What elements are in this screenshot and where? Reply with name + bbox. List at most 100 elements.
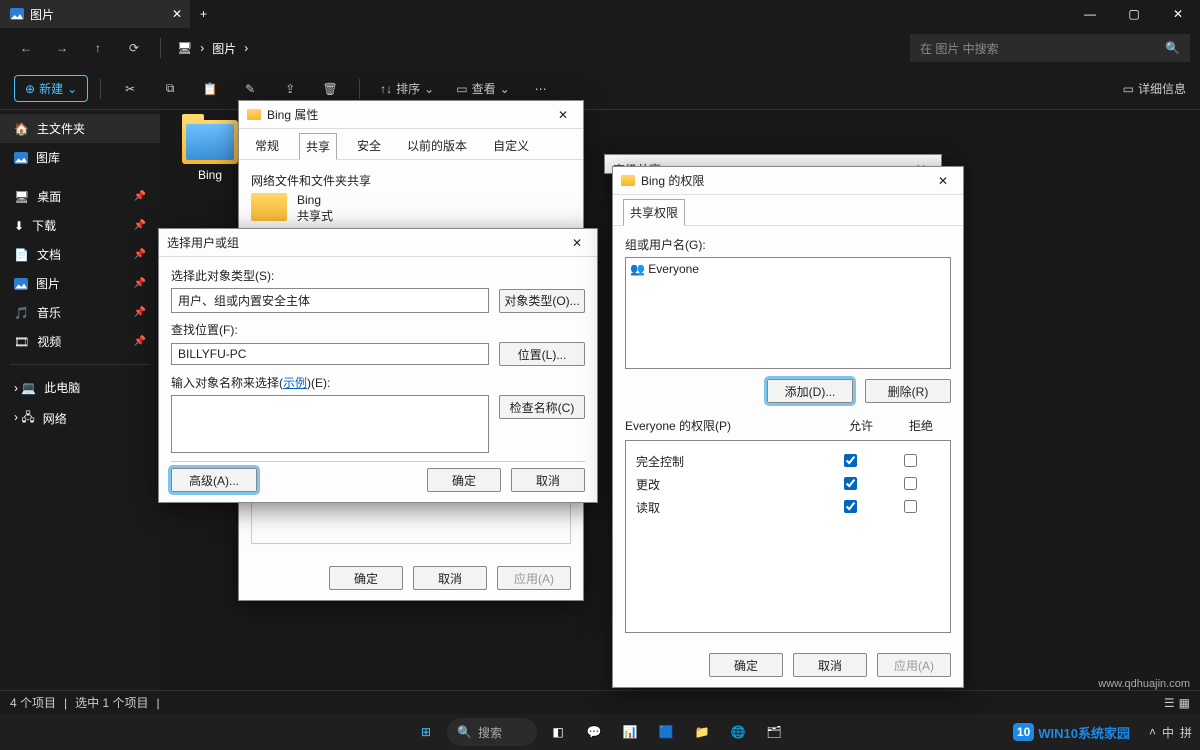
- more-button[interactable]: ⋯: [524, 74, 558, 104]
- tab-security[interactable]: 安全: [351, 133, 387, 159]
- ok-button[interactable]: 确定: [329, 566, 403, 590]
- object-types-button[interactable]: 对象类型(O)...: [499, 289, 585, 313]
- details-button[interactable]: ▭ 详细信息: [1123, 80, 1186, 97]
- taskbar-app-explorer[interactable]: 📁: [687, 717, 717, 747]
- minimize-button[interactable]: —: [1068, 0, 1112, 28]
- navbar: ← → ↑ ⟳ 🖥 › 图片 › 在 图片 中搜索 🔍: [0, 28, 1200, 68]
- sidebar-item-thispc[interactable]: › 💻 此电脑: [0, 373, 160, 402]
- search-icon: 🔍: [1165, 41, 1180, 55]
- object-type-label: 选择此对象类型(S):: [171, 267, 585, 284]
- sidebar-item-desktop[interactable]: 🖥 桌面📌: [0, 182, 160, 211]
- sidebar-item-gallery[interactable]: 图库: [0, 143, 160, 172]
- logo-text: WIN10系统家园: [1038, 723, 1130, 742]
- tab-general[interactable]: 常规: [249, 133, 285, 159]
- apply-button[interactable]: 应用(A): [497, 566, 571, 590]
- plus-icon: ⊕: [25, 82, 35, 96]
- add-button[interactable]: 添加(D)...: [767, 379, 853, 403]
- back-button[interactable]: ←: [10, 32, 42, 64]
- refresh-button[interactable]: ⟳: [118, 32, 150, 64]
- deny-checkbox[interactable]: [904, 500, 917, 513]
- pictures-icon: [14, 278, 28, 290]
- sidebar-item-pictures[interactable]: 图片📌: [0, 269, 160, 298]
- sidebar-item-documents[interactable]: 📄 文档📌: [0, 240, 160, 269]
- examples-link[interactable]: 示例: [283, 376, 307, 390]
- taskbar-app[interactable]: 🗂: [759, 717, 789, 747]
- tab-close-icon[interactable]: ✕: [172, 7, 182, 21]
- tab-sharing[interactable]: 共享: [299, 133, 337, 160]
- forward-button[interactable]: →: [46, 32, 78, 64]
- sidebar-item-home[interactable]: 🏠 主文件夹: [0, 114, 160, 143]
- allow-checkbox[interactable]: [844, 477, 857, 490]
- share-mode: 共享式: [297, 207, 333, 224]
- up-button[interactable]: ↑: [82, 32, 114, 64]
- taskbar-app[interactable]: 🟦: [651, 717, 681, 747]
- deny-checkbox[interactable]: [904, 477, 917, 490]
- allow-checkbox[interactable]: [844, 454, 857, 467]
- crumb-pictures[interactable]: 图片: [212, 40, 236, 57]
- new-button[interactable]: ⊕ 新建 ⌄: [14, 75, 88, 102]
- sidebar-item-downloads[interactable]: ⬇ 下载📌: [0, 211, 160, 240]
- perm-row-change: 更改: [636, 476, 940, 493]
- logo-badge: 10: [1013, 723, 1034, 741]
- taskbar-app[interactable]: 📊: [615, 717, 645, 747]
- pin-icon: 📌: [134, 278, 146, 289]
- dialog-title: Bing 的权限: [641, 172, 704, 189]
- close-button[interactable]: ✕: [931, 174, 955, 188]
- rename-button[interactable]: ✎: [233, 74, 267, 104]
- allow-checkbox[interactable]: [844, 500, 857, 513]
- breadcrumb[interactable]: 🖥 › 图片 ›: [171, 40, 254, 57]
- view-button[interactable]: ▭ 查看 ⌄: [448, 80, 517, 97]
- names-textarea[interactable]: [171, 395, 489, 453]
- cancel-button[interactable]: 取消: [413, 566, 487, 590]
- advanced-button[interactable]: 高级(A)...: [171, 468, 257, 492]
- tab-customize[interactable]: 自定义: [487, 133, 535, 159]
- close-button[interactable]: ✕: [551, 108, 575, 122]
- remove-button[interactable]: 删除(R): [865, 379, 951, 403]
- permissions-table: 完全控制 更改 读取: [625, 440, 951, 633]
- view-list-button[interactable]: ☰: [1164, 696, 1175, 710]
- ok-button[interactable]: 确定: [709, 653, 783, 677]
- chevron-right-icon: ›: [200, 41, 204, 55]
- taskbar-search[interactable]: 🔍 搜索: [447, 718, 537, 746]
- tab-sharing-permissions[interactable]: 共享权限: [623, 199, 685, 226]
- window-tab[interactable]: 图片 ✕: [0, 0, 190, 28]
- check-names-button[interactable]: 检查名称(C): [499, 395, 585, 419]
- select-user-group-dialog: 选择用户或组 ✕ 选择此对象类型(S): 用户、组或内置安全主体 对象类型(O)…: [158, 228, 598, 503]
- view-grid-button[interactable]: ▦: [1179, 696, 1190, 710]
- sort-button[interactable]: ↑↓ 排序 ⌄: [372, 80, 442, 97]
- copy-button[interactable]: ⧉: [153, 74, 187, 104]
- paste-button[interactable]: 📋: [193, 74, 227, 104]
- taskbar-app-edge[interactable]: 🌐: [723, 717, 753, 747]
- share-button[interactable]: ⇪: [273, 74, 307, 104]
- deny-checkbox[interactable]: [904, 454, 917, 467]
- sidebar-item-network[interactable]: › 🖧 网络: [0, 402, 160, 435]
- object-type-field[interactable]: 用户、组或内置安全主体: [171, 288, 489, 313]
- separator: [10, 364, 150, 365]
- taskbar-app[interactable]: 💬: [579, 717, 609, 747]
- close-button[interactable]: ✕: [1156, 0, 1200, 28]
- ok-button[interactable]: 确定: [427, 468, 501, 492]
- folder-icon: [182, 120, 238, 164]
- sidebar-item-music[interactable]: 🎵 音乐📌: [0, 298, 160, 327]
- header-deny: 拒绝: [891, 417, 951, 434]
- new-tab-button[interactable]: +: [190, 7, 217, 21]
- start-button[interactable]: ⊞: [411, 717, 441, 747]
- list-item-everyone[interactable]: 👥 Everyone: [630, 262, 946, 276]
- cancel-button[interactable]: 取消: [511, 468, 585, 492]
- maximize-button[interactable]: ▢: [1112, 0, 1156, 28]
- locations-button[interactable]: 位置(L)...: [499, 342, 585, 366]
- sidebar-item-videos[interactable]: 🎞 视频📌: [0, 327, 160, 356]
- close-button[interactable]: ✕: [565, 236, 589, 250]
- permissions-dialog: Bing 的权限 ✕ 共享权限 组或用户名(G): 👥 Everyone 添加(…: [612, 166, 964, 688]
- delete-button[interactable]: 🗑: [313, 74, 347, 104]
- taskbar-tray[interactable]: ˄ 中 拼: [1149, 724, 1192, 741]
- task-view-button[interactable]: ◧: [543, 717, 573, 747]
- cancel-button[interactable]: 取消: [793, 653, 867, 677]
- location-field[interactable]: BILLYFU-PC: [171, 343, 489, 365]
- users-list[interactable]: 👥 Everyone: [625, 257, 951, 369]
- tab-previous-versions[interactable]: 以前的版本: [401, 133, 473, 159]
- search-input[interactable]: 在 图片 中搜索 🔍: [910, 34, 1190, 62]
- cut-button[interactable]: ✂: [113, 74, 147, 104]
- apply-button[interactable]: 应用(A): [877, 653, 951, 677]
- statusbar: 4 个项目 | 选中 1 个项目 | ☰ ▦: [0, 690, 1200, 714]
